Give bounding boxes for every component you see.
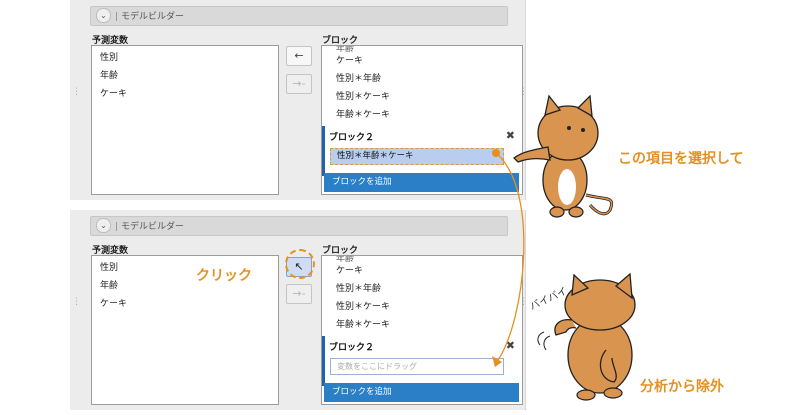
waving-cat-illustration — [537, 272, 636, 401]
annotation-overlay — [492, 94, 636, 401]
arrow-start-dot — [492, 149, 500, 157]
pointing-cat-illustration — [513, 94, 614, 218]
move-arrow-path — [495, 152, 525, 361]
arrow-head-icon — [492, 356, 502, 367]
